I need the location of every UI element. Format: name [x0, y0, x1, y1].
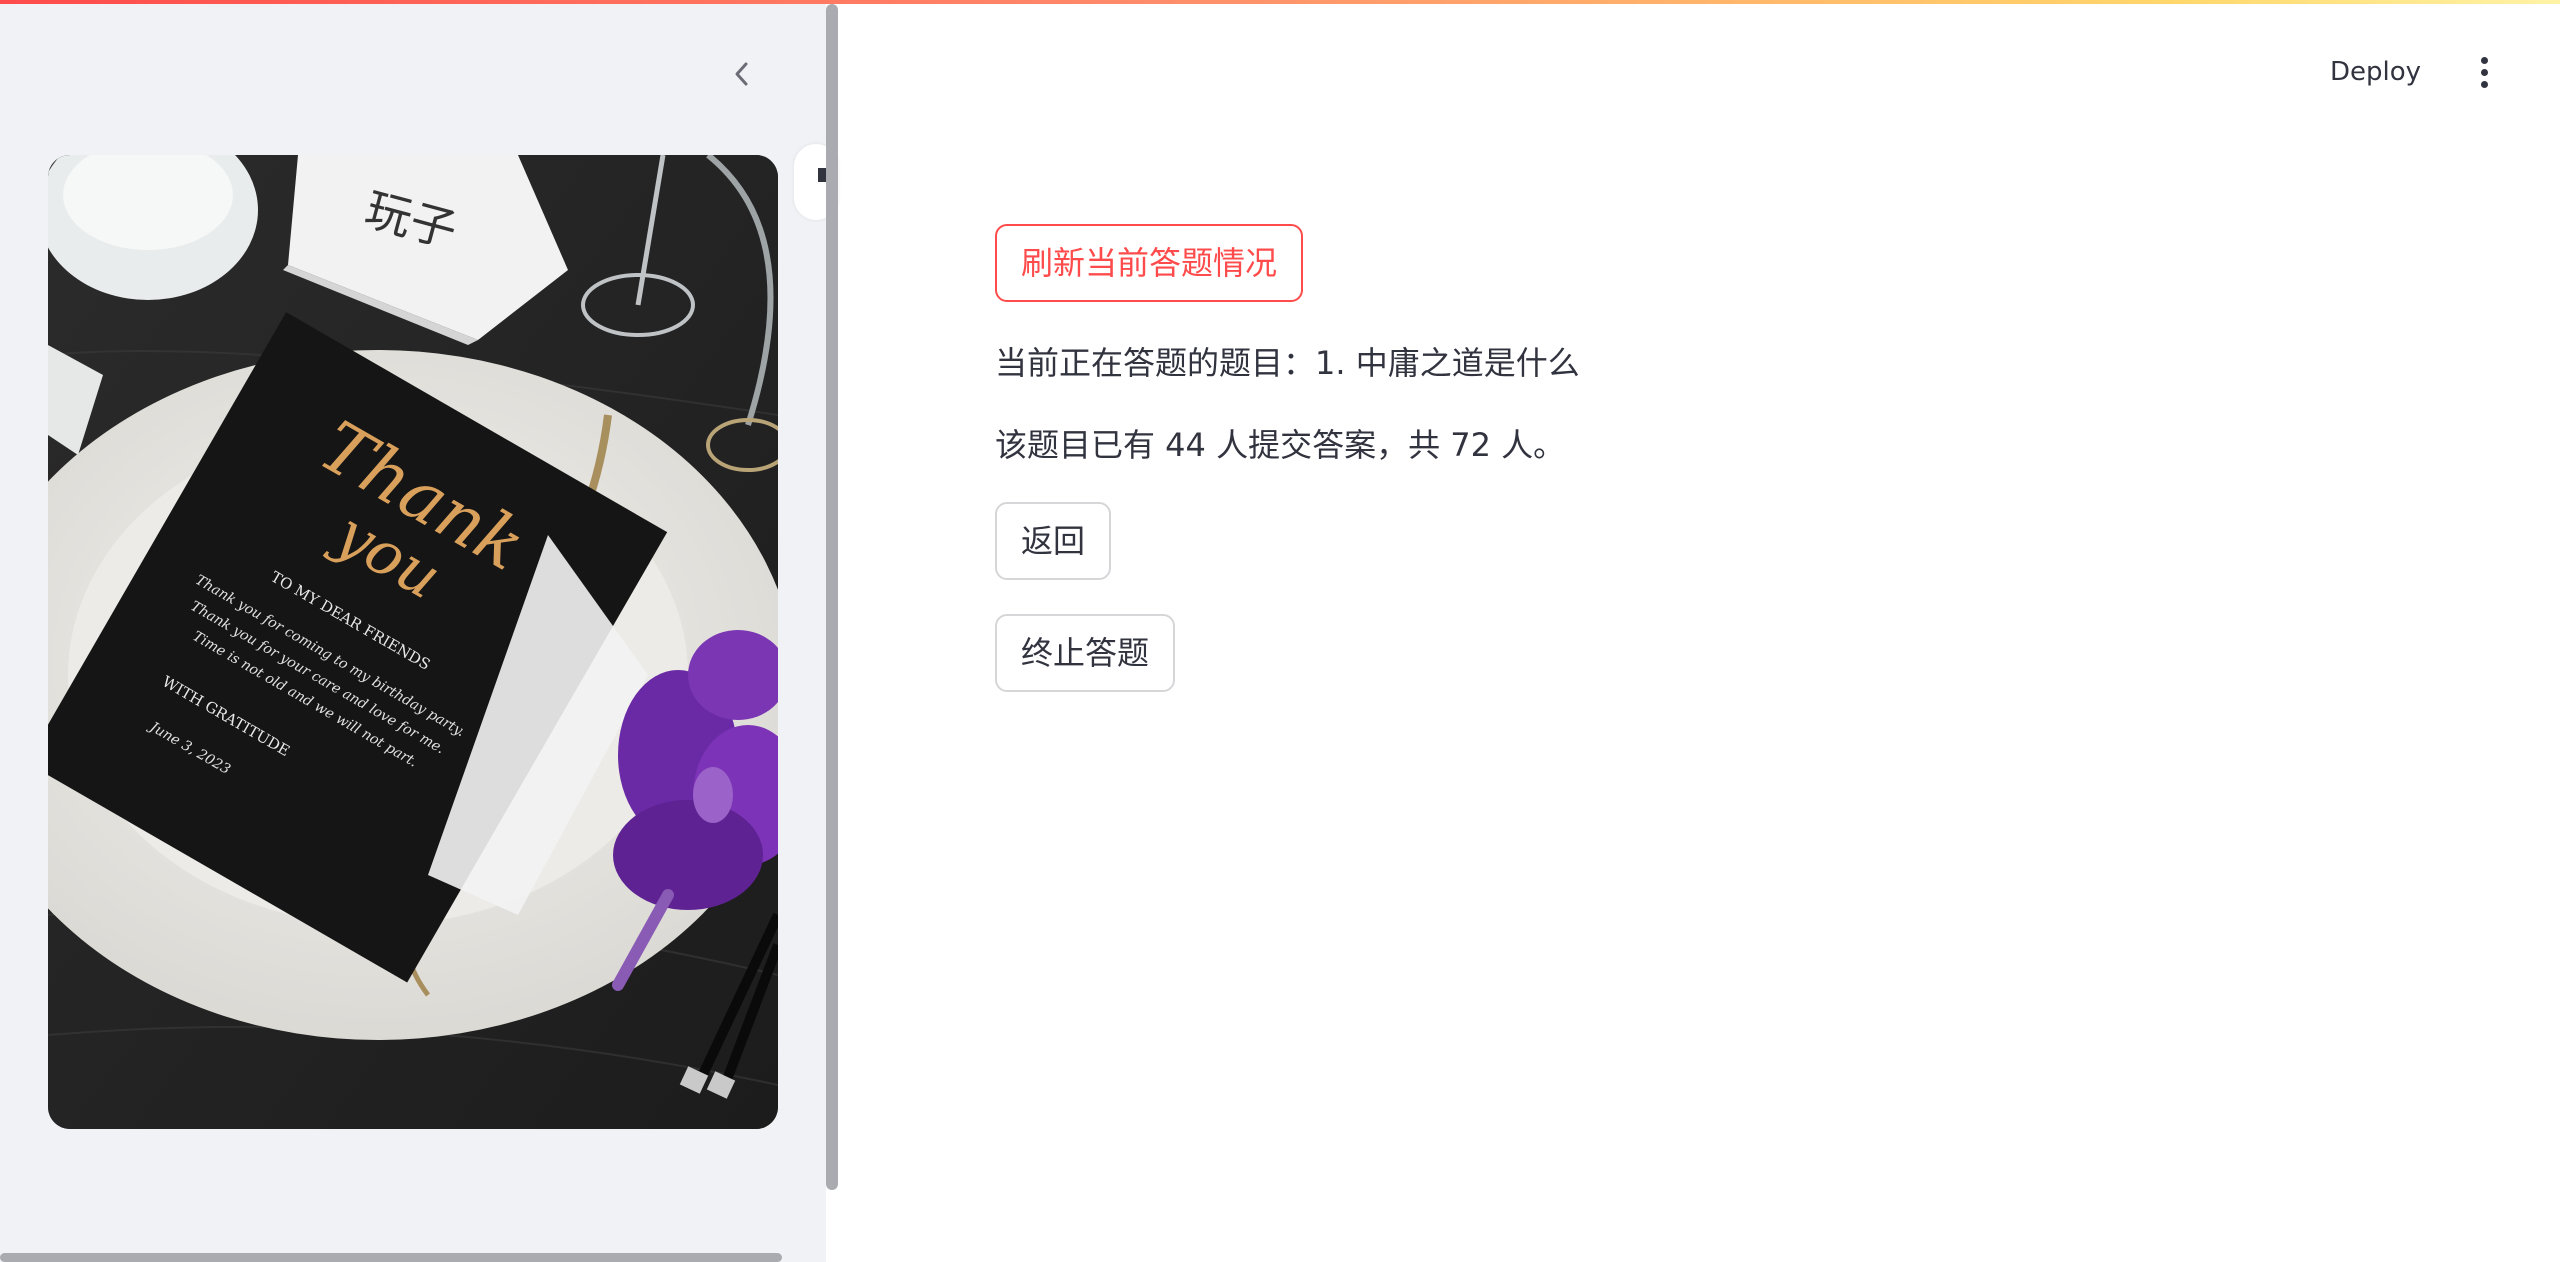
stop-quiz-button[interactable]: 终止答题: [995, 614, 1176, 692]
vertical-ellipsis-dot: [2480, 68, 2488, 76]
vertical-ellipsis-dot: [2480, 80, 2488, 88]
deploy-button[interactable]: Deploy: [2330, 52, 2421, 92]
vertical-ellipsis-icon: [2480, 56, 2488, 64]
sidebar-vertical-scrollbar[interactable]: [826, 4, 838, 1190]
top-decoration-bar: [0, 0, 2560, 4]
refresh-status-button[interactable]: 刷新当前答题情况: [995, 224, 1304, 302]
collapse-sidebar-button[interactable]: [724, 56, 760, 92]
sidebar: 玩子 Thank you TO MY DEAR FRIENDS Thank yo…: [0, 0, 826, 1262]
submission-status-text: 该题目已有 44 人提交答案，共 72 人。: [995, 426, 1566, 464]
sidebar-horizontal-scrollbar[interactable]: [0, 1253, 782, 1262]
sidebar-image: 玩子 Thank you TO MY DEAR FRIENDS Thank yo…: [48, 155, 778, 1129]
chevron-left-icon: [735, 62, 748, 86]
main-menu-button[interactable]: [2466, 52, 2502, 92]
back-button[interactable]: 返回: [995, 502, 1112, 580]
current-question-text: 当前正在答题的题目：1. 中庸之道是什么: [995, 344, 1580, 382]
